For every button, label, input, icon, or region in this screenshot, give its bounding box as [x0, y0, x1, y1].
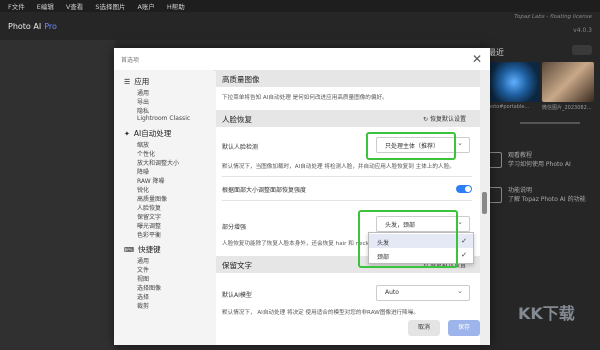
app-name: Photo AI [8, 22, 42, 31]
keyboard-icon: ⌨ [124, 246, 135, 254]
nav-item[interactable]: 降噪 [137, 167, 149, 176]
ai-model-select[interactable]: Auto ⌄ [376, 285, 470, 301]
close-icon[interactable]: ✕ [472, 52, 482, 66]
ai-model-label: 默认AI模型 [222, 292, 252, 299]
ai-model-description: 默认情况下， AI自动处理 将决定 使用适合的模型对您的非RAW图像进行降噪。 [222, 310, 419, 316]
part-enhance-description: 人脸恢复功能除了恢复人脸本身外，还会恢复 hair 和 necks。 [222, 241, 378, 247]
divider [520, 122, 580, 124]
app-title: Photo AI Pro [8, 22, 57, 31]
hq-description: 下拉菜单将告知 AI自动处理 是何如何改进应用高质量图像的偏好。 [222, 95, 388, 101]
thumb-caption-2: 微信图片_2023082... [542, 105, 592, 111]
nav-section-app[interactable]: ☰ 应用 [124, 76, 149, 87]
chevron-down-icon: ⌄ [457, 287, 463, 295]
chevron-down-icon: ⌄ [457, 218, 463, 226]
app-section-icon: ☰ [124, 78, 131, 86]
nav-item[interactable]: 个性化 [137, 149, 155, 158]
nav-item[interactable]: 文件 [137, 265, 149, 274]
license-label: Topaz Labs - floating license [514, 14, 592, 20]
menu-account[interactable]: A账户 [137, 1, 154, 11]
recent-thumb-2[interactable] [542, 62, 594, 102]
menu-file[interactable]: F文件 [8, 1, 25, 11]
nav-item[interactable]: 放大和调整大小 [137, 158, 179, 167]
recent-clear-button[interactable] [572, 45, 592, 55]
toggle-knob [465, 186, 471, 192]
check-icon: ✓ [461, 237, 467, 245]
face-section-header: 人脸恢复 ↻ 恢复默认设置 [216, 110, 480, 127]
nav-item[interactable]: RAW 降噪 [137, 176, 165, 185]
nav-item[interactable]: 色彩平衡 [137, 230, 161, 239]
nav-item[interactable]: 锐化 [137, 185, 149, 194]
watermark: KK下载 [518, 304, 575, 323]
nav-item[interactable]: 缩放 [137, 140, 149, 149]
nav-item[interactable]: 选择图像 [137, 283, 161, 292]
nav-item[interactable]: 选择 [137, 292, 149, 301]
recent-thumb-1[interactable] [488, 62, 540, 102]
features-text: 了解 Topaz Photo AI 的功能 [508, 196, 586, 203]
check-icon: ✓ [461, 251, 467, 259]
nav-item[interactable]: 曝光调整 [137, 221, 161, 230]
ai-section-icon: ✦ [124, 130, 130, 138]
highlight-box [358, 210, 458, 268]
menu-select-image[interactable]: S选择图片 [95, 1, 125, 11]
nav-section-label: AI自动处理 [133, 129, 172, 138]
menu-help[interactable]: H帮助 [167, 1, 185, 11]
face-adjust-label: 根据面部大小调整面部恢复强度 [222, 187, 307, 194]
face-detect-description: 默认情况下，当图像加载时，AI自动处理 将检测人脸，并自动应用人脸恢复到 主体上… [222, 164, 455, 170]
nav-item[interactable]: 通用 [137, 256, 149, 265]
dialog-title-bar: 首选项 ✕ [114, 48, 490, 71]
features-icon [488, 187, 502, 203]
nav-item[interactable]: 人脸恢复 [137, 203, 161, 212]
nav-item[interactable]: 裁剪 [137, 301, 149, 310]
part-enhance-label: 部分增强 [222, 224, 247, 231]
face-detect-label: 默认人脸检测 [222, 144, 259, 151]
divider [222, 176, 472, 177]
divider [222, 200, 472, 201]
tutorial-text: 学习如何使用 Photo AI [508, 161, 571, 168]
nav-item[interactable]: 通用 [137, 88, 149, 97]
text-title: 保留文字 [222, 261, 252, 270]
recent-title: 最近 [488, 48, 504, 57]
dialog-title: 首选项 [121, 57, 140, 64]
background-left-panel [0, 40, 115, 350]
features-title[interactable]: 功能说明 [508, 185, 532, 194]
hq-title: 高质量图像 [222, 75, 260, 84]
ai-model-value: Auto [385, 289, 399, 296]
menu-view[interactable]: V查看 [66, 1, 83, 11]
nav-item[interactable]: 保留文字 [137, 212, 161, 221]
thumb-caption-1: hoto#portable... [488, 104, 530, 110]
nav-item[interactable]: 高质量图像 [137, 194, 167, 203]
chevron-down-icon: ⌄ [457, 139, 463, 147]
face-restore-defaults[interactable]: ↻ 恢复默认设置 [423, 114, 466, 123]
face-adjust-toggle[interactable] [456, 185, 472, 193]
restore-defaults-label: 恢复默认设置 [429, 116, 466, 123]
app-bar: Photo AI Pro Topaz Labs - floating licens… [0, 12, 600, 40]
nav-section-label: 应用 [134, 77, 150, 86]
menu-bar: F文件 E编辑 V查看 S选择图片 A账户 H帮助 [0, 0, 600, 12]
app-tier: Pro [44, 22, 57, 31]
tutorial-title[interactable]: 观看教程 [508, 150, 532, 159]
nav-section-label: 快捷键 [138, 245, 161, 254]
scrollbar-thumb[interactable] [482, 192, 487, 214]
preferences-dialog: 首选项 ✕ ☰ 应用 通用 导出 隐私 Lightroom Classic ✦ AI… [114, 48, 490, 345]
menu-edit[interactable]: E编辑 [37, 1, 54, 11]
nav-section-ai[interactable]: ✦ AI自动处理 [124, 128, 171, 139]
nav-item[interactable]: 隐私 [137, 106, 149, 115]
preferences-content: 高质量图像 下拉菜单将告知 AI自动处理 是何如何改进应用高质量图像的偏好。 人… [216, 70, 480, 345]
nav-section-shortcuts[interactable]: ⌨ 快捷键 [124, 244, 161, 255]
nav-item[interactable]: 视图 [137, 274, 149, 283]
preferences-nav: ☰ 应用 通用 导出 隐私 Lightroom Classic ✦ AI自动处理 缩… [114, 70, 214, 345]
nav-item[interactable]: 导出 [137, 97, 149, 106]
hq-section-header: 高质量图像 [216, 70, 480, 87]
face-title: 人脸恢复 [222, 115, 252, 124]
version-label: v4.0.3 [573, 27, 592, 34]
cancel-button[interactable]: 取消 [408, 320, 440, 336]
nav-item[interactable]: Lightroom Classic [137, 115, 190, 122]
tutorial-icon [488, 152, 502, 168]
highlight-box [366, 132, 456, 160]
save-button[interactable]: 保存 [448, 320, 480, 336]
